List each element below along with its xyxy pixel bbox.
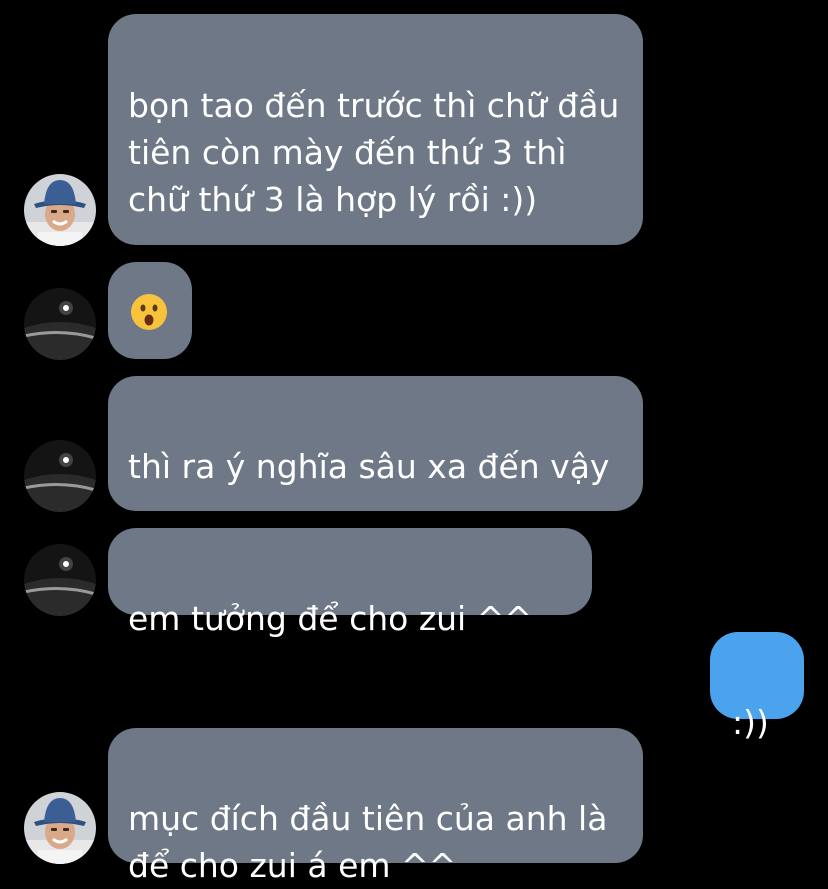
message-text: bọn tao đến trước thì chữ đầu tiên còn m… [128,86,620,219]
message-bubble-incoming[interactable]: em tưởng để cho zui ^^ [108,528,592,638]
message-text: em tưởng để cho zui ^^ [128,599,533,638]
bucket-hat-person-avatar-icon [24,792,96,864]
avatar-bucket-hat-person[interactable] [24,792,96,864]
avatar-dark-surface[interactable] [24,440,96,512]
message-bubble-incoming[interactable]: bọn tao đến trước thì chữ đầu tiên còn m… [108,14,643,245]
dark-surface-light-avatar-icon [24,288,96,360]
message-bubble-incoming-emoji[interactable] [108,262,192,359]
message-bubble-outgoing[interactable]: :)) [710,632,804,742]
message-text: thì ra ý nghĩa sâu xa đến vậy [128,447,610,486]
message-text: :)) [732,703,769,742]
bucket-hat-person-avatar-icon [24,174,96,246]
message-bubble-incoming[interactable]: thì ra ý nghĩa sâu xa đến vậy [108,376,643,511]
avatar-dark-surface[interactable] [24,544,96,616]
dark-surface-light-avatar-icon [24,440,96,512]
message-bubble-incoming[interactable]: mục đích đầu tiên của anh là để cho zui … [108,728,643,885]
face-with-open-mouth-icon [131,294,167,330]
avatar-dark-surface[interactable] [24,288,96,360]
dark-surface-light-avatar-icon [24,544,96,616]
avatar-bucket-hat-person[interactable] [24,174,96,246]
message-text: mục đích đầu tiên của anh là để cho zui … [128,799,608,885]
